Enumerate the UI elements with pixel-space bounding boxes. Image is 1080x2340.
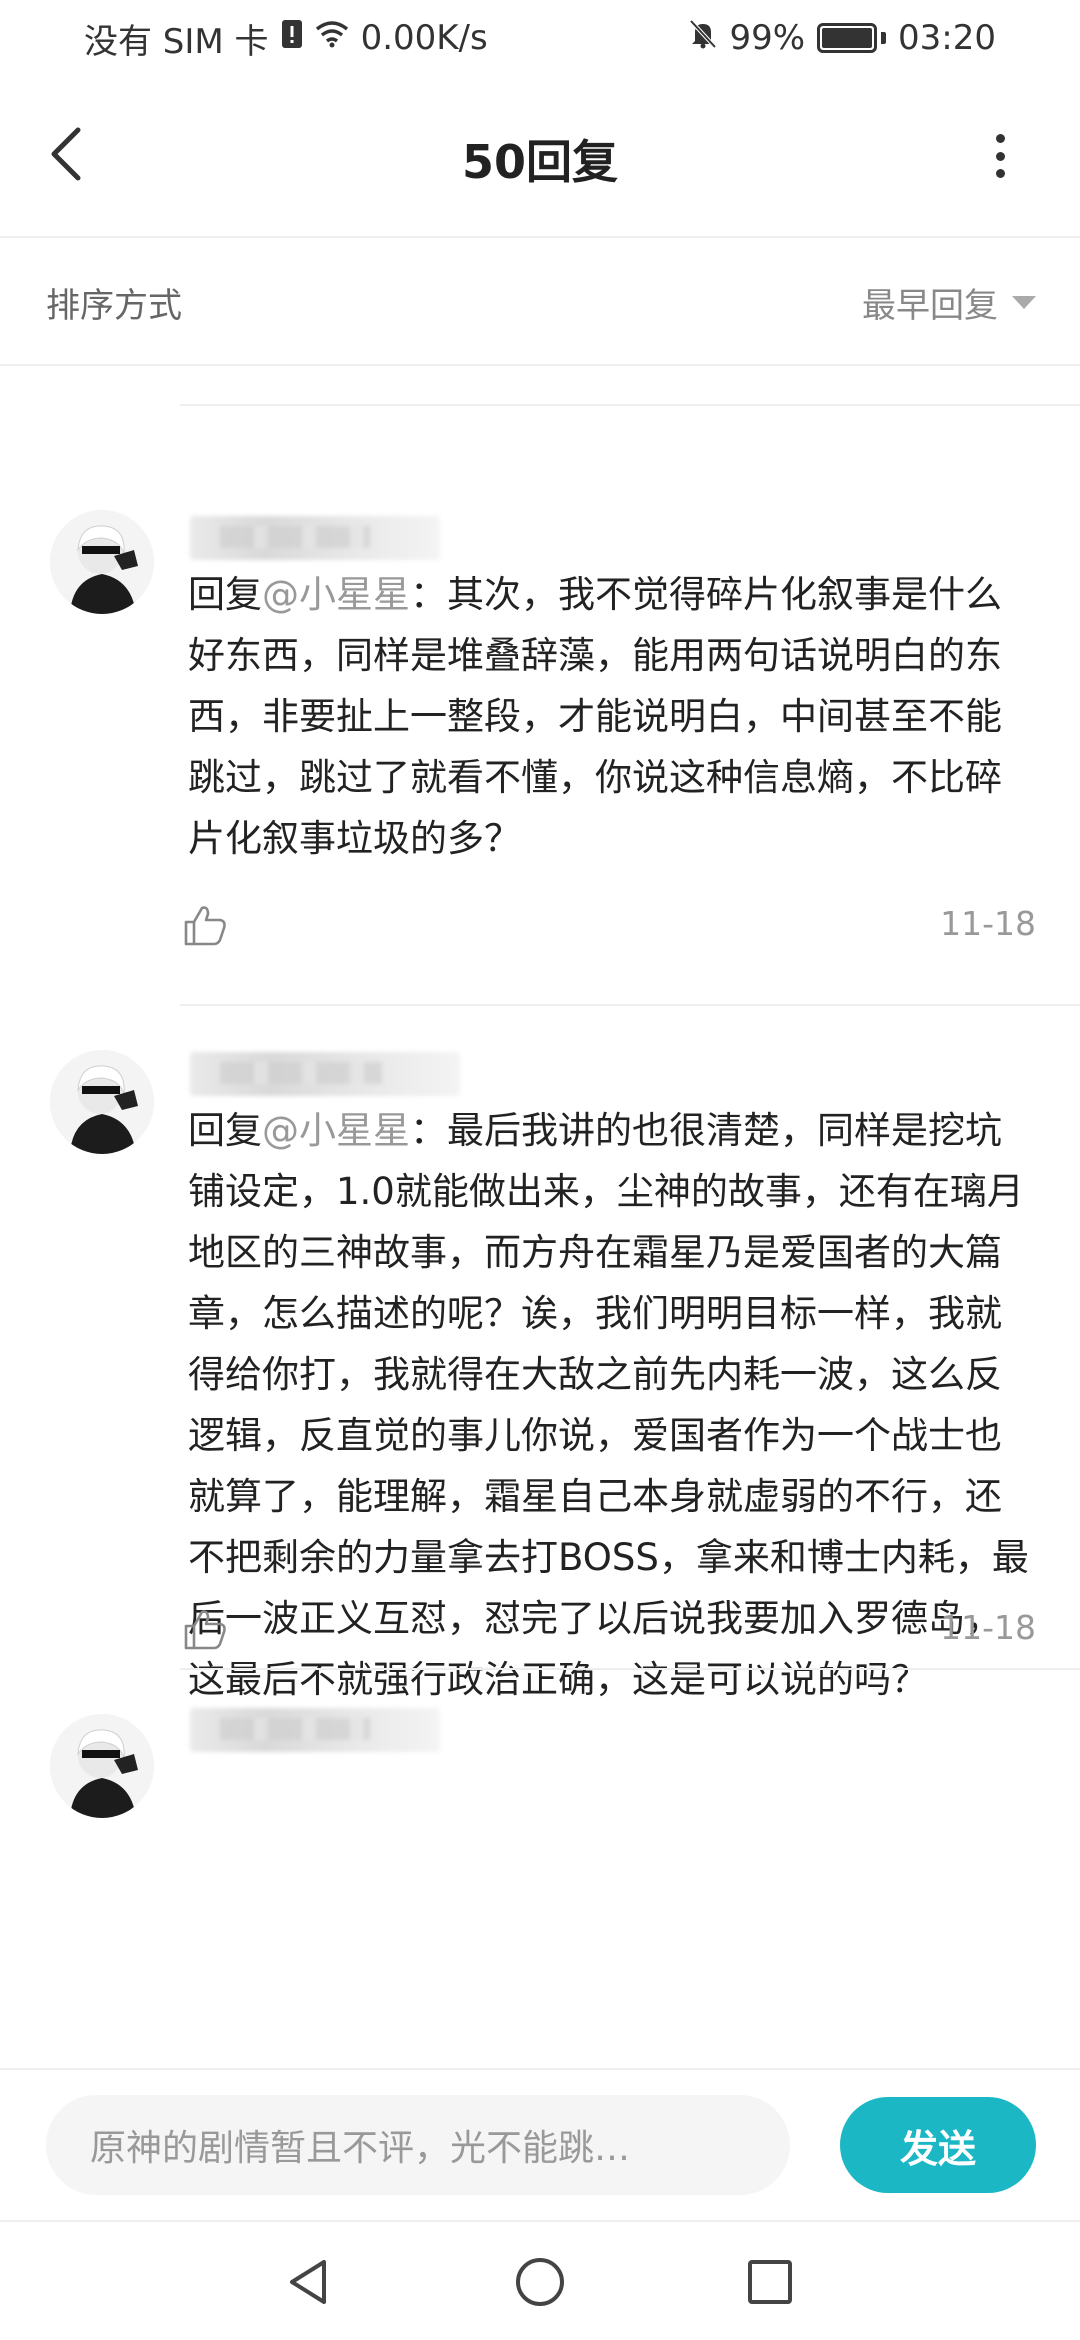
avatar-image — [50, 1050, 154, 1154]
battery-tip — [881, 32, 887, 44]
nav-back-button[interactable] — [280, 2252, 340, 2312]
clock: 03:20 — [898, 18, 996, 58]
avatar-image — [50, 510, 154, 614]
status-left: 没有 SIM 卡 0.00K/s — [84, 14, 488, 63]
more-dot-icon — [995, 134, 1005, 143]
like-button[interactable] — [182, 902, 228, 948]
reply-prefix: 回复 — [188, 573, 262, 616]
network-speed: 0.00K/s — [360, 18, 488, 58]
reply-prefix: 回复 — [188, 1109, 262, 1152]
avatar[interactable] — [50, 510, 154, 614]
page-title: 50回复 — [461, 135, 618, 189]
comment-text: ：最后我讲的也很清楚，同样是挖坑铺设定，1.0就能做出来，尘神的故事，还有在璃月… — [188, 1109, 1029, 1701]
sim-alert-icon — [281, 19, 303, 57]
reply-bar: 原神的剧情暂且不评，光不能跳… 发送 — [0, 2068, 1080, 2220]
more-dot-icon — [995, 151, 1005, 161]
square-recents-icon — [748, 2260, 792, 2304]
more-dot-icon — [995, 169, 1005, 178]
comment-text: ：其次，我不觉得碎片化叙事是什么好东西，同样是堆叠辞藻，能用两句话说明白的东西，… — [188, 573, 1002, 860]
battery-body — [817, 23, 878, 53]
comment-item: 回复@小星星：其次，我不觉得碎片化叙事是什么好东西，同样是堆叠辞藻，能用两句话说… — [0, 404, 1080, 1004]
sort-dropdown[interactable]: 最早回复 — [862, 278, 1036, 327]
comment-date: 11-18 — [940, 1608, 1036, 1647]
status-right: 99% 03:20 — [689, 18, 996, 58]
sort-selected-value: 最早回复 — [862, 285, 998, 326]
caret-down-icon — [1012, 295, 1036, 309]
triangle-back-icon — [290, 2260, 326, 2304]
battery-icon — [817, 23, 887, 53]
comment-body: 回复@小星星：最后我讲的也很清楚，同样是挖坑铺设定，1.0就能做出来，尘神的故事… — [188, 1100, 1038, 1710]
avatar[interactable] — [50, 1050, 154, 1154]
wifi-icon — [315, 20, 349, 56]
carrier-text: 没有 SIM 卡 — [84, 21, 269, 62]
nav-recents-button[interactable] — [740, 2252, 800, 2312]
more-options-button[interactable] — [980, 124, 1020, 188]
comment-item: 回复@小星星：最后我讲的也很清楚，同样是挖坑铺设定，1.0就能做出来，尘神的故事… — [0, 1004, 1080, 1701]
thumbs-up-icon — [184, 906, 226, 946]
blurred-name — [190, 1708, 440, 1752]
username-blurred[interactable] — [190, 516, 490, 568]
status-bar: 没有 SIM 卡 0.00K/s 99% 03:20 — [0, 0, 1080, 76]
comment-list[interactable]: 回复@小星星：其次，我不觉得碎片化叙事是什么好东西，同样是堆叠辞藻，能用两句话说… — [0, 368, 1080, 2068]
blurred-name — [190, 1052, 460, 1096]
circle-home-icon — [516, 2258, 564, 2306]
send-button[interactable]: 发送 — [840, 2097, 1036, 2193]
comment-date: 11-18 — [940, 904, 1036, 943]
like-button[interactable] — [182, 1606, 228, 1652]
comment-body: 回复@小星星：其次，我不觉得碎片化叙事是什么好东西，同样是堆叠辞藻，能用两句话说… — [188, 564, 1038, 869]
sort-bar: 排序方式 最早回复 — [0, 240, 1080, 366]
avatar-image — [50, 1714, 154, 1818]
battery-fill — [822, 28, 872, 48]
nav-home-button[interactable] — [510, 2252, 570, 2312]
mute-icon — [689, 19, 717, 57]
battery-percent: 99% — [729, 18, 806, 58]
username-blurred[interactable] — [190, 1052, 490, 1104]
mention-link[interactable]: @小星星 — [262, 573, 410, 616]
system-nav-bar — [0, 2220, 1080, 2340]
mention-link[interactable]: @小星星 — [262, 1109, 410, 1152]
app-header: 50回复 — [0, 76, 1080, 238]
thumbs-up-icon — [184, 1610, 226, 1650]
reply-input[interactable]: 原神的剧情暂且不评，光不能跳… — [46, 2095, 790, 2195]
username-blurred[interactable] — [190, 1708, 490, 1760]
sort-label: 排序方式 — [46, 285, 182, 326]
avatar[interactable] — [50, 1714, 154, 1818]
blurred-name — [190, 516, 440, 560]
comment-item — [0, 1668, 1080, 2068]
